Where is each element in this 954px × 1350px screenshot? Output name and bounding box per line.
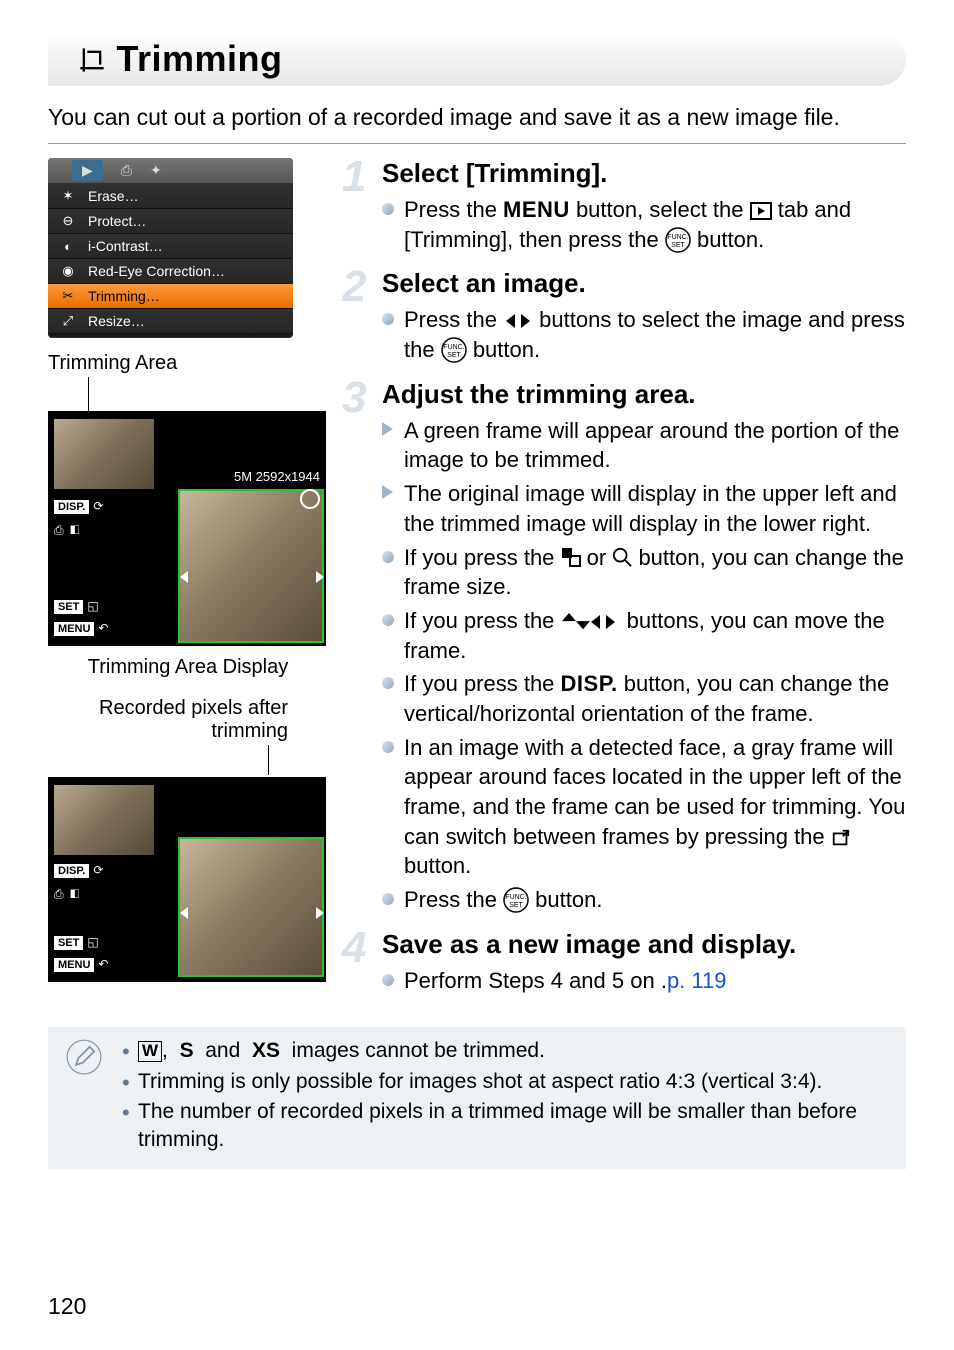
menu-item: ✂ Trimming… xyxy=(48,284,293,309)
crop-icon xyxy=(78,45,106,75)
menu-item-label: Erase… xyxy=(88,188,139,204)
divider xyxy=(48,143,906,144)
preview-2: 2M 1600x1200 DISP.⟳ ⎙ ◧ SET◱ MENU↶ xyxy=(48,777,326,982)
step: 3Adjust the trimming area.A green frame … xyxy=(348,379,906,915)
preview-thumbnail-2 xyxy=(54,785,154,855)
menu-item-label: i-Contrast… xyxy=(88,238,163,254)
right-column: 1Select [Trimming].Press the MENU button… xyxy=(348,158,906,1009)
step-line: If you press the or button, you can chan… xyxy=(382,543,906,602)
menu-item-label: Trimming… xyxy=(88,288,160,304)
camera-menu-panel: ▶ ⎙ ✦ ✶ Erase… ⊖ Protect… ◐ i-Contrast… ◉ Red-E… xyxy=(48,158,293,338)
step-number: 3 xyxy=(342,373,366,423)
resolution-label-1: 5M 2592x1944 xyxy=(234,469,320,484)
menu-item-icon: ◉ xyxy=(58,263,78,279)
step-line: In an image with a detected face, a gray… xyxy=(382,733,906,881)
menu-item: ⤢ Resize… xyxy=(48,309,293,334)
disp-hint: DISP.⟳ xyxy=(54,499,103,514)
content-columns: ▶ ⎙ ✦ ✶ Erase… ⊖ Protect… ◐ i-Contrast… ◉ Red-E… xyxy=(48,158,906,1009)
triangle-bullet-icon xyxy=(382,485,393,499)
step: 4Save as a new image and display.Perform… xyxy=(348,929,906,996)
menu-tabs: ▶ ⎙ ✦ xyxy=(48,158,293,184)
menu-hint: MENU↶ xyxy=(54,621,108,636)
dot-bullet-icon xyxy=(382,974,394,986)
step: 2Select an image.Press the buttons to se… xyxy=(348,268,906,364)
menu-item-label: Red-Eye Correction… xyxy=(88,263,225,279)
menu-item-icon: ⤢ xyxy=(58,313,78,329)
step-line: A green frame will appear around the por… xyxy=(382,416,906,475)
set-hint-2: SET◱ xyxy=(54,935,99,950)
menu-item: ◉ Red-Eye Correction… xyxy=(48,259,293,284)
preview-1: 5M 2592x1944 DISP.⟳ ⎙ ◧ SET◱ MENU↶ xyxy=(48,411,326,646)
dot-bullet-icon xyxy=(382,614,394,626)
trimming-area-display-label: Trimming Area Display xyxy=(48,656,328,679)
pencil-icon xyxy=(66,1039,102,1075)
set-hint: SET◱ xyxy=(54,599,99,614)
trimming-area-label: Trimming Area xyxy=(48,352,328,375)
arrow-left-icon xyxy=(180,571,188,583)
menu-item: ✶ Erase… xyxy=(48,184,293,209)
dot-bullet-icon xyxy=(382,741,394,753)
recorded-pixels-label: Recorded pixels after trimming xyxy=(48,697,288,743)
step-line: Press the buttons to select the image an… xyxy=(382,305,906,364)
menu-item-icon: ✂ xyxy=(58,288,78,304)
step-title: Adjust the trimming area. xyxy=(382,379,906,410)
menu-item-icon: ✶ xyxy=(58,188,78,204)
playback-tab-icon: ▶ xyxy=(72,160,103,181)
arrow-right-icon-2 xyxy=(316,907,324,919)
note-line-1: W, S and XS images cannot be trimmed. xyxy=(122,1037,892,1065)
menu-hint-2: MENU↶ xyxy=(54,957,108,972)
intro-text: You can cut out a portion of a recorded … xyxy=(48,104,906,131)
menu-item-label: Protect… xyxy=(88,213,146,229)
left-column: ▶ ⎙ ✦ ✶ Erase… ⊖ Protect… ◐ i-Contrast… ◉ Red-E… xyxy=(48,158,328,1009)
print-hint: ⎙ ◧ xyxy=(54,523,79,538)
step: 1Select [Trimming].Press the MENU button… xyxy=(348,158,906,254)
menu-item-label: Resize… xyxy=(88,313,145,329)
page-link[interactable]: p. 119 xyxy=(667,968,727,993)
dot-bullet-icon xyxy=(382,677,394,689)
preview-main-image xyxy=(178,489,324,643)
dot-bullet-icon xyxy=(382,893,394,905)
magnify-icon xyxy=(300,489,320,509)
page-number: 120 xyxy=(48,1293,86,1320)
triangle-bullet-icon xyxy=(382,422,393,436)
step-line: If you press the DISP. button, you can c… xyxy=(382,669,906,728)
dot-bullet-icon xyxy=(382,313,394,325)
print-tab-icon: ⎙ xyxy=(121,162,132,179)
preview-thumbnail xyxy=(54,419,154,489)
step-line: Press the button. xyxy=(382,885,906,915)
step-line: The original image will display in the u… xyxy=(382,479,906,538)
menu-item-icon: ◐ xyxy=(58,239,78,254)
note-line-2: Trimming is only possible for images sho… xyxy=(122,1068,892,1096)
menu-item: ⊖ Protect… xyxy=(48,209,293,234)
dot-bullet-icon xyxy=(382,203,394,215)
disp-hint-2: DISP.⟳ xyxy=(54,863,103,878)
note-line-3: The number of recorded pixels in a trimm… xyxy=(122,1098,892,1155)
leader-line xyxy=(48,381,328,411)
dot-bullet-icon xyxy=(382,551,394,563)
menu-item: ◐ i-Contrast… xyxy=(48,234,293,259)
tools-tab-icon: ✦ xyxy=(150,162,162,179)
arrow-right-icon xyxy=(316,571,324,583)
arrow-left-icon-2 xyxy=(180,907,188,919)
step-title: Select an image. xyxy=(382,268,906,299)
page-title: Trimming xyxy=(116,38,282,80)
step-line: Press the MENU button, select the tab an… xyxy=(382,195,906,254)
step-line: Perform Steps 4 and 5 on .p. 119 xyxy=(382,966,906,996)
preview-main-image-2 xyxy=(178,837,324,977)
step-number: 2 xyxy=(342,262,366,312)
note-box: W, S and XS images cannot be trimmed. Tr… xyxy=(48,1027,906,1168)
step-line: If you press the buttons, you can move t… xyxy=(382,606,906,665)
step-title: Save as a new image and display. xyxy=(382,929,906,960)
page-header: Trimming xyxy=(48,32,906,86)
print-hint-2: ⎙ ◧ xyxy=(54,887,79,902)
step-title: Select [Trimming]. xyxy=(382,158,906,189)
menu-item-icon: ⊖ xyxy=(58,213,78,229)
step-number: 4 xyxy=(342,923,366,973)
step-number: 1 xyxy=(342,152,366,202)
leader-line-2 xyxy=(48,749,328,777)
